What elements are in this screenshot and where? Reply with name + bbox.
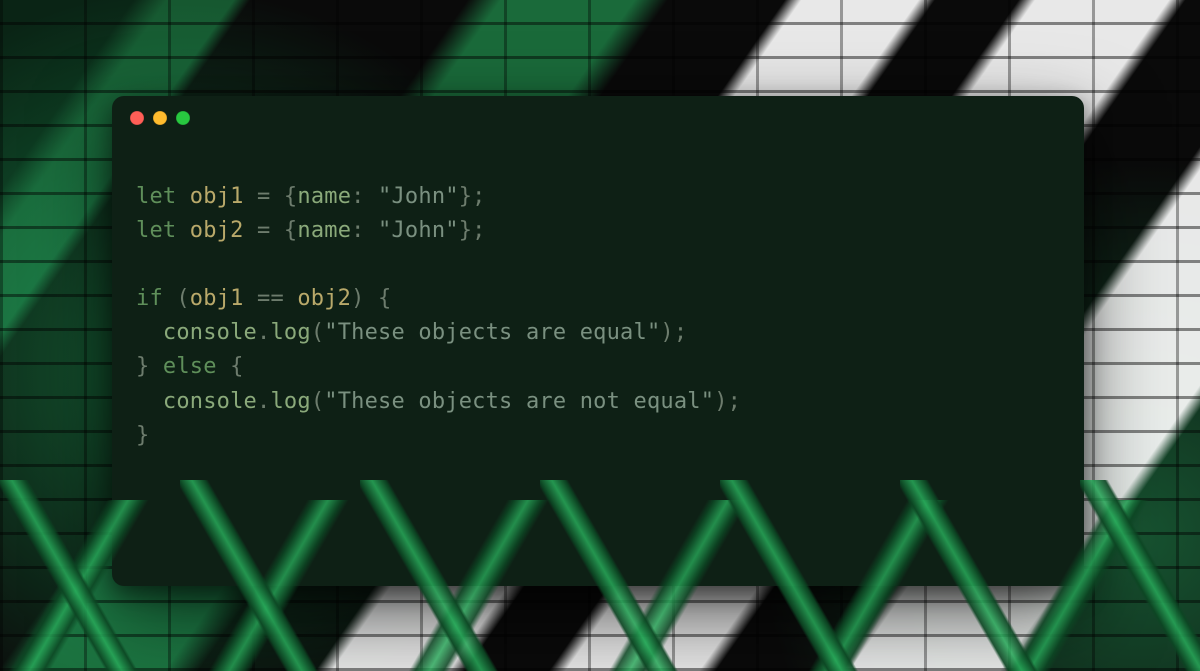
identifier-obj1: obj1 <box>190 286 244 311</box>
paren-close: ) <box>351 286 378 311</box>
colon: : <box>351 218 378 243</box>
brace-close: } <box>459 218 472 243</box>
operator-equality: == <box>244 286 298 311</box>
indent <box>136 320 163 345</box>
semicolon: ; <box>674 320 687 345</box>
brace-open: { <box>230 354 243 379</box>
property-name: name <box>297 218 351 243</box>
colon: : <box>351 184 378 209</box>
semicolon: ; <box>728 389 741 414</box>
zoom-icon[interactable] <box>176 111 190 125</box>
brace-open: { <box>378 286 391 311</box>
identifier-console: console <box>163 389 257 414</box>
brace-close: } <box>459 184 472 209</box>
close-icon[interactable] <box>130 111 144 125</box>
paren-close: ) <box>714 389 727 414</box>
identifier-obj1: obj1 <box>190 184 244 209</box>
identifier-obj2: obj2 <box>190 218 244 243</box>
keyword-if: if <box>136 286 163 311</box>
brace-open: { <box>284 184 297 209</box>
string-literal: "These objects are not equal" <box>324 389 714 414</box>
keyword-let: let <box>136 184 176 209</box>
paren-close: ) <box>660 320 673 345</box>
method-log: log <box>270 389 310 414</box>
string-literal: "John" <box>378 218 459 243</box>
keyword-let: let <box>136 218 176 243</box>
brace-close: } <box>136 423 149 448</box>
property-name: name <box>297 184 351 209</box>
minimize-icon[interactable] <box>153 111 167 125</box>
identifier-console: console <box>163 320 257 345</box>
brace-open: { <box>284 218 297 243</box>
semicolon: ; <box>472 184 485 209</box>
window-titlebar <box>112 96 1084 140</box>
dot-operator: . <box>257 320 270 345</box>
dot-operator: . <box>257 389 270 414</box>
operator-assign: = <box>244 218 284 243</box>
code-editor[interactable]: let obj1 = {name: "John"}; let obj2 = {n… <box>112 140 1084 477</box>
operator-assign: = <box>244 184 284 209</box>
paren-open: ( <box>311 389 324 414</box>
method-log: log <box>270 320 310 345</box>
string-literal: "John" <box>378 184 459 209</box>
semicolon: ; <box>472 218 485 243</box>
identifier-obj2: obj2 <box>297 286 351 311</box>
paren-open: ( <box>311 320 324 345</box>
keyword-else: else <box>149 354 230 379</box>
string-literal: "These objects are equal" <box>324 320 660 345</box>
indent <box>136 389 163 414</box>
code-window: let obj1 = {name: "John"}; let obj2 = {n… <box>112 96 1084 586</box>
paren-open: ( <box>163 286 190 311</box>
brace-close: } <box>136 354 149 379</box>
